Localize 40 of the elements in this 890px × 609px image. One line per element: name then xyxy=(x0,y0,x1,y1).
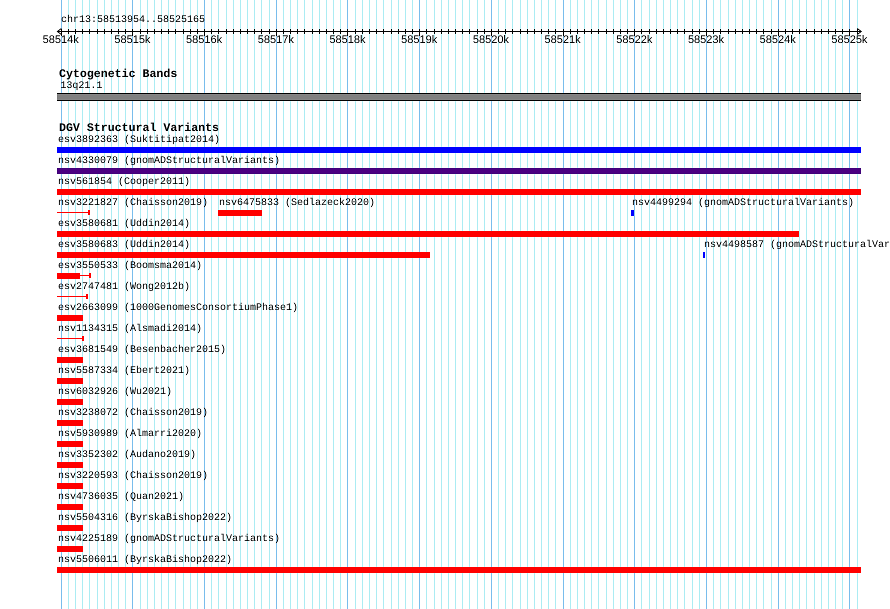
feature-label: nsv6475833 (Sedlazeck2020) xyxy=(219,198,376,210)
feature-label: nsv4498587 (gnomADStructuralVar xyxy=(704,240,890,252)
tick-label: 58514k xyxy=(42,34,79,46)
feature-label: nsv5506011 (ByrskaBishop2022) xyxy=(58,555,232,567)
band-label: 13q21.1 xyxy=(60,81,102,93)
tick-label: 58525k xyxy=(831,34,868,46)
feature-label: nsv5930989 (Almarri2020) xyxy=(58,429,202,441)
tick-label: 58521k xyxy=(544,34,581,46)
feature-label: esv2747481 (Wong2012b) xyxy=(58,282,190,294)
tick-label: 58515k xyxy=(114,34,150,46)
tick-label: 58520k xyxy=(472,34,509,46)
feature-label: nsv3352302 (Audano2019) xyxy=(58,450,196,462)
feature-label: nsv4499294 (gnomADStructuralVariants) xyxy=(632,198,854,210)
feature-label: nsv3221827 (Chaisson2019) xyxy=(58,198,208,210)
tick-label: 58519k xyxy=(401,34,438,46)
feature-label: nsv5587334 (Ebert2021) xyxy=(58,366,190,378)
tick-label: 58522k xyxy=(616,34,652,46)
feature-label: nsv4736035 (Quan2021) xyxy=(58,492,184,504)
feature-label: nsv3238072 (Chaisson2019) xyxy=(58,408,208,420)
feature-label: esv3580681 (Uddin2014) xyxy=(58,219,190,231)
feature-label: esv3550533 (Boomsma2014) xyxy=(58,261,202,273)
feature-label: nsv5504316 (ByrskaBishop2022) xyxy=(58,513,232,525)
location-label: chr13:58513954..58525165 xyxy=(61,15,206,27)
tick-label: 58524k xyxy=(760,34,796,46)
feature-label: esv3681549 (Besenbacher2015) xyxy=(58,345,226,357)
feature-label: nsv3220593 (Chaisson2019) xyxy=(58,471,208,483)
feature-label: nsv4330079 (gnomADStructuralVariants) xyxy=(58,156,280,168)
feature-label: nsv561854 (Cooper2011) xyxy=(58,177,190,189)
tick-label: 58518k xyxy=(329,34,366,46)
tick-label: 58523k xyxy=(688,34,724,46)
feature-label: esv3580683 (Uddin2014) xyxy=(58,240,190,252)
track-title: Cytogenetic Bands xyxy=(59,68,178,81)
track-title: DGV Structural Variants xyxy=(59,122,220,135)
feature-label: esv2663099 (1000GenomesConsortiumPhase1) xyxy=(58,303,298,315)
feature-label: nsv6032926 (Wu2021) xyxy=(58,387,172,399)
feature-label: nsv4225189 (gnomADStructuralVariants) xyxy=(58,534,280,546)
feature-label: nsv1134315 (Alsmadi2014) xyxy=(58,324,202,336)
tick-label: 58517k xyxy=(258,34,294,46)
tick-label: 58516k xyxy=(186,34,222,46)
feature-label: esv3892363 (Suktitipat2014) xyxy=(58,135,220,147)
